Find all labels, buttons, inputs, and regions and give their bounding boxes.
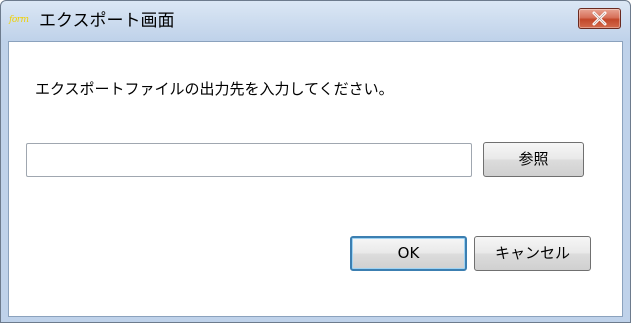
close-icon — [592, 11, 607, 26]
close-button[interactable] — [578, 8, 621, 29]
browse-button[interactable]: 参照 — [483, 142, 584, 177]
ok-button[interactable]: OK — [350, 236, 467, 271]
dialog-content: エクスポートファイルの出力先を入力してください。 参照 OK キャンセル — [8, 41, 623, 317]
window-title: エクスポート画面 — [39, 11, 175, 31]
title-bar[interactable]: form エクスポート画面 — [1, 1, 630, 41]
dialog-window: form エクスポート画面 エクスポートファイルの出力先を入力してください。 参… — [0, 0, 631, 323]
cancel-button[interactable]: キャンセル — [474, 236, 591, 271]
export-path-input[interactable] — [26, 143, 472, 177]
app-form-icon: form — [9, 15, 29, 25]
instruction-message: エクスポートファイルの出力先を入力してください。 — [35, 80, 394, 98]
